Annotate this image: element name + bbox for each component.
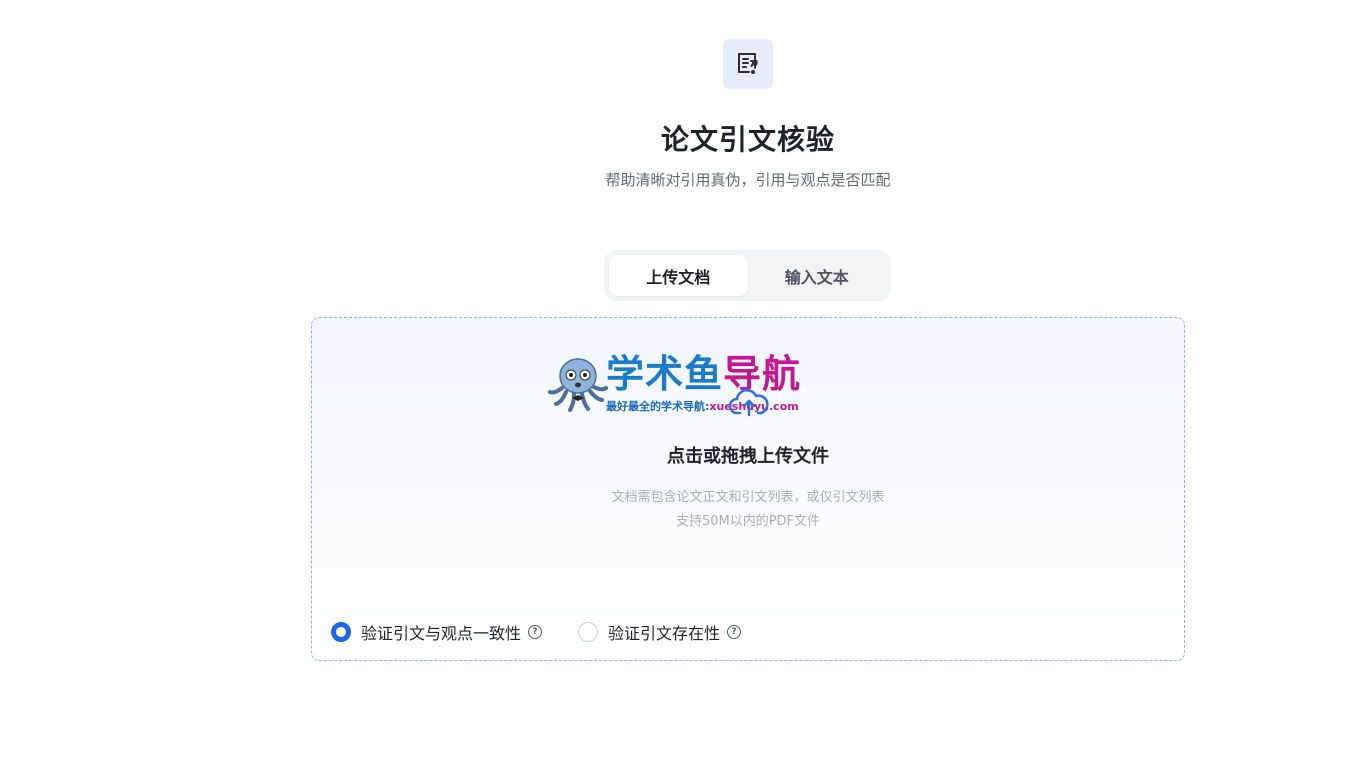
upload-hint-line-2: 支持50M以内的PDF文件 <box>675 514 821 529</box>
tab-upload-document[interactable]: 上传文档 <box>609 255 748 296</box>
page: 论文引文核验 帮助清晰对引用真伪，引用与观点是否匹配 上传文档 输入文本 学术鱼… <box>0 0 1366 765</box>
tab-switch: 上传文档 输入文本 <box>604 250 891 301</box>
option-verify-consistency-label: 验证引文与观点一致性 <box>361 624 522 643</box>
upload-hint-line-1: 文档需包含论文正文和引文列表，或仅引文列表 <box>611 490 885 505</box>
page-subtitle: 帮助清晰对引用真伪，引用与观点是否匹配 <box>605 171 891 189</box>
tab-input-text[interactable]: 输入文本 <box>748 255 887 296</box>
page-title: 论文引文核验 <box>660 123 835 156</box>
octopus-mascot-icon <box>548 354 608 418</box>
citation-document-icon <box>723 39 773 89</box>
upload-hint: 文档需包含论文正文和引文列表，或仅引文列表 支持50M以内的PDF文件 <box>312 486 1184 534</box>
watermark-title: 学术鱼导航 <box>606 352 802 396</box>
option-verify-existence-label: 验证引文存在性 <box>608 624 721 643</box>
help-icon[interactable]: ? <box>727 625 742 639</box>
upload-title: 点击或拖拽上传文件 <box>667 446 829 467</box>
watermark-logo: 学术鱼导航 最好最全的学术导航:xueshuyu.com <box>548 352 838 416</box>
radio-verify-existence[interactable] <box>578 622 599 642</box>
upload-drop-zone[interactable]: 学术鱼导航 最好最全的学术导航:xueshuyu.com 点击或拖拽上传文件 文… <box>311 317 1185 661</box>
verification-options: 验证引文与观点一致性 ? 验证引文存在性 ? <box>331 620 777 644</box>
help-icon[interactable]: ? <box>528 625 543 639</box>
radio-verify-consistency[interactable] <box>331 622 351 642</box>
cloud-upload-icon <box>728 387 770 419</box>
option-verify-existence[interactable]: 验证引文存在性 ? <box>578 620 742 644</box>
option-verify-consistency[interactable]: 验证引文与观点一致性 ? <box>331 620 543 644</box>
